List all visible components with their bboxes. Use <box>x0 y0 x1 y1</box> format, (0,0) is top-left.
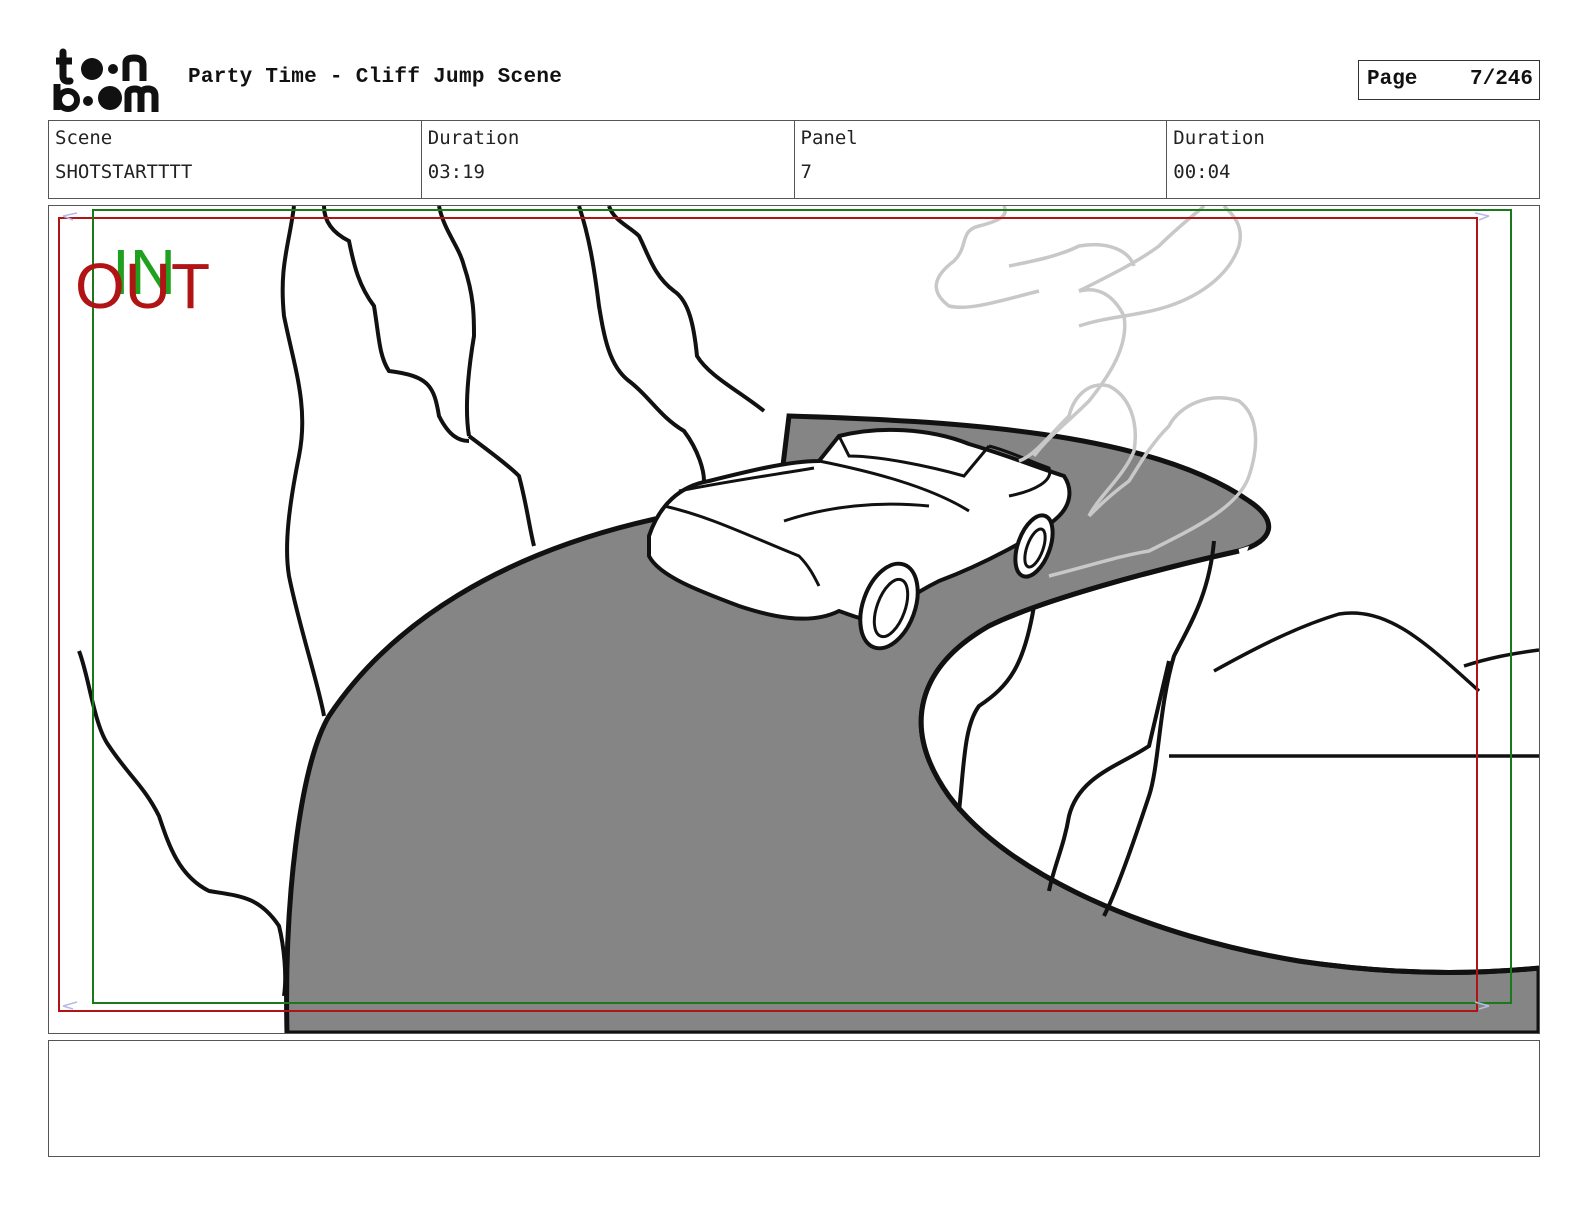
page-number: 7/246 <box>1469 68 1533 91</box>
page-indicator: Page 7/246 <box>1358 60 1540 100</box>
scene-cell: Scene SHOTSTARTTTT <box>49 121 421 198</box>
storyboard-panel: IN OUT <box>48 205 1540 1034</box>
scene-label: Scene <box>55 127 113 149</box>
panel-drawing: IN OUT <box>58 206 1539 1033</box>
toon-boom-logo <box>50 48 166 114</box>
panel-duration-label: Duration <box>1173 127 1265 149</box>
toon-boom-logo-mark <box>53 48 159 112</box>
panel-duration-value: 00:04 <box>1173 161 1231 183</box>
out-marker: OUT <box>75 250 210 322</box>
scene-value: SHOTSTARTTTT <box>55 161 193 183</box>
panel-duration-cell: Duration 00:04 <box>1166 121 1539 198</box>
scene-info-table: Scene SHOTSTARTTTT Duration 03:19 Panel … <box>48 120 1540 199</box>
page-label: Page <box>1367 68 1418 91</box>
document-title: Party Time - Cliff Jump Scene <box>188 66 563 89</box>
scene-duration-cell: Duration 03:19 <box>420 121 794 198</box>
panel-value: 7 <box>800 161 812 183</box>
panel-notes-box <box>48 1040 1540 1157</box>
panel-label: Panel <box>800 127 858 149</box>
scene-duration-value: 03:19 <box>427 161 485 183</box>
panel-cell: Panel 7 <box>793 121 1167 198</box>
scene-duration-label: Duration <box>427 127 520 149</box>
